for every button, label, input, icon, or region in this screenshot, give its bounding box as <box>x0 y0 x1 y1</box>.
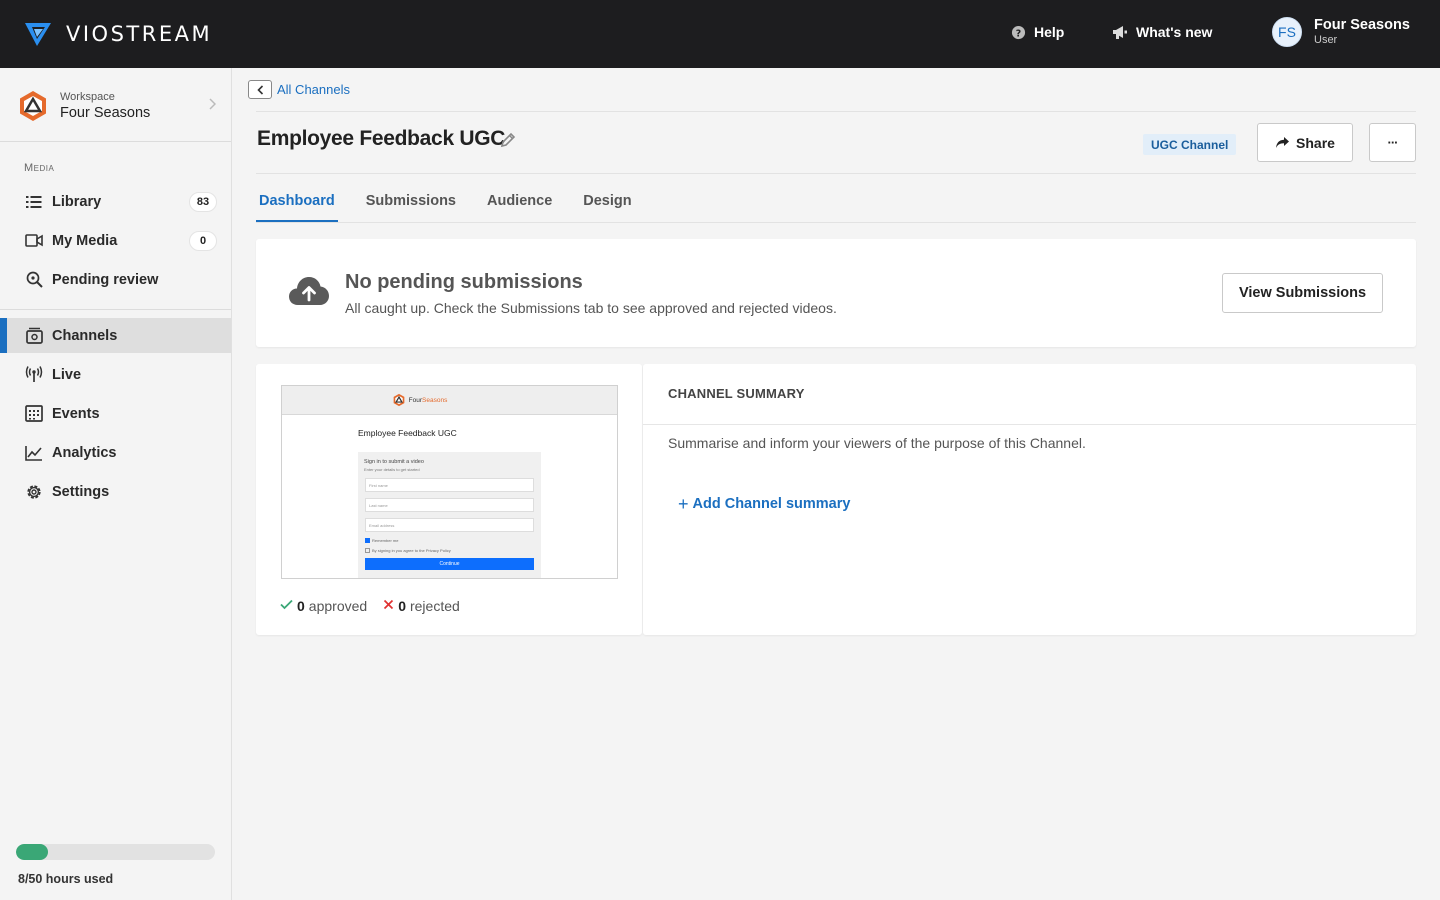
user-role: User <box>1314 34 1338 47</box>
calendar-icon <box>24 404 44 424</box>
user-menu[interactable]: FS Four Seasons User <box>1272 17 1410 47</box>
channel-preview-thumbnail[interactable]: FourSeasons Employee Feedback UGC Sign i… <box>281 385 618 579</box>
sidebar-item-label: Events <box>52 405 100 422</box>
sidebar-item-live[interactable]: Live <box>0 357 231 392</box>
preview-logo-icon <box>393 393 405 407</box>
sidebar-divider <box>0 141 231 142</box>
usage-bar <box>16 844 215 860</box>
preview-form: Sign in to submit a video Enter your det… <box>358 452 541 578</box>
preview-title: Employee Feedback UGC <box>358 428 457 438</box>
brand-logo[interactable]: VIOSTREAM <box>24 20 212 48</box>
plus-icon: + <box>678 494 689 514</box>
sidebar-item-analytics[interactable]: Analytics <box>0 435 231 470</box>
more-options-button[interactable]: ··· <box>1369 123 1416 162</box>
viostream-logo-icon <box>25 23 51 46</box>
tab-audience[interactable]: Audience <box>484 180 555 223</box>
submission-counts: 0 approved 0 rejected <box>280 597 476 614</box>
sidebar-item-pending-review[interactable]: Pending review <box>0 262 231 297</box>
media-heading: Media <box>24 162 55 174</box>
check-icon <box>280 597 293 614</box>
channel-summary-card: CHANNEL SUMMARY Summarise and inform you… <box>643 364 1416 635</box>
sidebar-item-label: Library <box>52 193 102 210</box>
breadcrumb-link: All Channels <box>277 82 350 97</box>
avatar: FS <box>1272 17 1302 47</box>
usage-bar-fill <box>16 844 48 860</box>
tab-design[interactable]: Design <box>580 180 634 223</box>
whats-new-label: What's new <box>1136 24 1213 40</box>
sidebar-item-my-media[interactable]: My Media 0 <box>0 223 231 258</box>
library-count-badge: 83 <box>189 191 217 212</box>
sidebar-divider <box>0 309 231 310</box>
channel-type-badge: UGC Channel <box>1143 134 1237 155</box>
help-label: Help <box>1034 24 1065 40</box>
pencil-icon[interactable] <box>499 132 516 154</box>
sidebar-item-settings[interactable]: Settings <box>0 474 231 509</box>
help-link[interactable]: ? Help <box>1011 24 1064 40</box>
svg-text:?: ? <box>1016 28 1021 39</box>
sidebar-item-label: My Media <box>52 232 118 249</box>
summary-text: Summarise and inform your viewers of the… <box>668 435 1086 451</box>
video-icon <box>24 231 44 251</box>
whats-new-link[interactable]: What's new <box>1112 24 1212 40</box>
megaphone-icon <box>1112 25 1128 40</box>
chart-icon <box>24 443 44 463</box>
tab-submissions[interactable]: Submissions <box>363 180 459 223</box>
workspace-label: Workspace <box>60 91 115 103</box>
chevron-right-icon <box>209 98 216 110</box>
workspace-name: Four Seasons <box>60 105 151 121</box>
share-label: Share <box>1296 134 1335 151</box>
add-channel-summary-button[interactable]: + Add Channel summary <box>678 495 850 513</box>
list-icon <box>24 192 44 212</box>
workspace-switcher[interactable]: Workspace Four Seasons <box>16 84 216 128</box>
usage-meter: 8/50 hours used <box>16 844 215 886</box>
channel-preview-card: FourSeasons Employee Feedback UGC Sign i… <box>256 364 642 635</box>
user-name: Four Seasons <box>1314 17 1410 34</box>
back-to-all-channels[interactable]: All Channels <box>248 80 350 99</box>
sidebar-item-label: Analytics <box>52 444 117 461</box>
page-title: Employee Feedback UGC <box>257 127 506 150</box>
pending-title: No pending submissions <box>345 271 583 293</box>
preview-brand: FourSeasons <box>408 396 448 404</box>
sidebar-item-channels[interactable]: Channels <box>0 318 231 353</box>
broadcast-icon <box>24 365 44 385</box>
channels-icon <box>24 326 44 346</box>
more-icon: ··· <box>1387 135 1399 150</box>
sidebar-item-label: Live <box>52 366 82 383</box>
sidebar-item-library[interactable]: Library 83 <box>0 184 231 219</box>
add-channel-summary-label: Add Channel summary <box>692 496 851 512</box>
usage-text: 8/50 hours used <box>18 872 114 886</box>
close-icon <box>383 597 394 614</box>
rejected-count: 0 rejected <box>383 597 460 614</box>
gear-icon <box>24 482 44 502</box>
help-icon: ? <box>1011 25 1026 40</box>
brand-name: VIOSTREAM <box>66 22 213 46</box>
share-button[interactable]: Share <box>1257 123 1353 162</box>
sidebar-item-events[interactable]: Events <box>0 396 231 431</box>
top-bar: VIOSTREAM ? Help What's new FS Four Seas… <box>0 0 1440 68</box>
divider <box>643 424 1416 425</box>
my-media-count-badge: 0 <box>189 230 217 251</box>
view-submissions-button[interactable]: View Submissions <box>1222 273 1383 313</box>
cloud-upload-icon <box>288 275 330 312</box>
pending-subtitle: All caught up. Check the Submissions tab… <box>345 300 837 316</box>
pending-submissions-card: No pending submissions All caught up. Ch… <box>256 239 1416 347</box>
divider <box>256 222 1416 223</box>
approved-count: 0 approved <box>280 597 367 614</box>
divider <box>256 173 1416 174</box>
sidebar-item-label: Pending review <box>52 271 159 288</box>
workspace-logo-icon <box>20 91 46 121</box>
tab-dashboard[interactable]: Dashboard <box>256 180 338 223</box>
sidebar-item-label: Channels <box>52 327 118 344</box>
channel-tabs: Dashboard Submissions Audience Design <box>256 180 660 223</box>
sidebar-item-label: Settings <box>52 483 110 500</box>
sidebar: Workspace Four Seasons Media Library 83 … <box>0 68 232 900</box>
summary-heading: CHANNEL SUMMARY <box>668 386 805 401</box>
search-icon <box>24 270 44 290</box>
divider <box>256 111 1416 112</box>
chevron-left-icon <box>248 80 272 99</box>
share-icon <box>1275 136 1290 149</box>
